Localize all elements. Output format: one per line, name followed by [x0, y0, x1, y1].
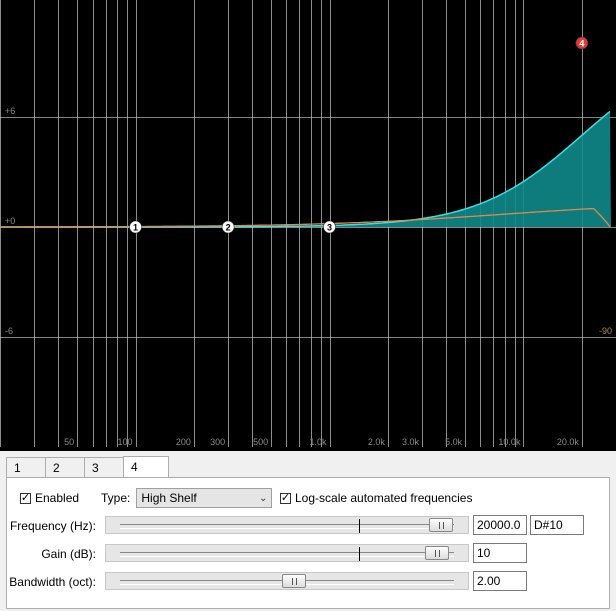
x-tick-label: 3.0k — [402, 437, 420, 447]
x-tick-label: 10.0k — [498, 437, 521, 447]
gain-slider-thumb[interactable] — [425, 546, 450, 560]
gain-tick-label: -6 — [5, 326, 13, 336]
x-tick-label: 50 — [64, 437, 74, 447]
x-tick-label: 20.0k — [557, 437, 580, 447]
frequency-slider[interactable] — [105, 516, 469, 534]
frequency-slider-center-mark — [359, 519, 360, 533]
band-node-label: 4 — [579, 39, 584, 49]
frequency-field[interactable]: 20000.0 — [473, 515, 527, 535]
eq-graph[interactable]: 50 100 200 300 500 1.0k 2.0k 3.0k 5.0k 10.0k 20.0k… — [0, 0, 616, 451]
tab-band-1[interactable]: 1 — [6, 457, 46, 477]
note-field[interactable]: D#10 — [530, 515, 584, 535]
gain-label: Gain (dB): — [41, 547, 96, 561]
type-select[interactable]: High Shelf ⌄ — [136, 488, 273, 508]
band-node-label: 1 — [133, 223, 138, 233]
gain-slider[interactable] — [105, 544, 469, 562]
type-label: Type: — [101, 491, 131, 505]
band-settings-panel: ✓ Enabled Type: High Shelf ⌄ ✓ Log-scale… — [6, 477, 610, 609]
band-node-label: 3 — [327, 223, 332, 233]
x-tick-label: 2.0k — [368, 437, 386, 447]
x-tick-label: 500 — [253, 437, 268, 447]
x-tick-label: 100 — [118, 437, 133, 447]
x-tick-label: 5.0k — [445, 437, 463, 447]
bandwidth-field[interactable]: 2.00 — [473, 571, 527, 591]
band-tabs: 1 2 3 4 — [6, 456, 169, 478]
frequency-label: Frequency (Hz): — [9, 519, 96, 533]
gain-tick-label: +0 — [5, 216, 15, 226]
log-scale-checkbox[interactable]: ✓ — [280, 492, 291, 504]
gain-slider-center-mark — [359, 547, 360, 561]
x-tick-label: 200 — [176, 437, 191, 447]
frequency-slider-thumb[interactable] — [428, 518, 453, 532]
tab-band-4[interactable]: 4 — [123, 456, 169, 478]
log-scale-checkbox-row[interactable]: ✓ Log-scale automated frequencies — [280, 491, 472, 505]
type-row: Type: High Shelf ⌄ — [101, 488, 273, 508]
x-tick-label: 300 — [210, 437, 225, 447]
enabled-label: Enabled — [35, 491, 80, 505]
type-select-value: High Shelf — [141, 491, 197, 505]
tab-band-3[interactable]: 3 — [84, 457, 124, 477]
bandwidth-slider-thumb[interactable] — [281, 574, 306, 588]
phase-tick-label: -90 — [599, 326, 612, 336]
enabled-checkbox[interactable]: ✓ — [20, 492, 31, 504]
band-node-label: 2 — [226, 223, 231, 233]
tab-band-2[interactable]: 2 — [45, 457, 85, 477]
bandwidth-label: Bandwidth (oct): — [9, 575, 96, 589]
gain-field[interactable]: 10 — [473, 543, 527, 563]
log-scale-label: Log-scale automated frequencies — [295, 491, 473, 505]
chevron-down-icon: ⌄ — [258, 492, 268, 504]
gain-tick-label: +6 — [5, 106, 15, 116]
x-tick-label: 1.0k — [309, 437, 327, 447]
bandwidth-slider[interactable] — [105, 572, 469, 590]
enabled-checkbox-row[interactable]: ✓ Enabled — [20, 491, 79, 505]
eq-response-chart[interactable]: 50 100 200 300 500 1.0k 2.0k 3.0k 5.0k 10.0k 20.0k… — [0, 0, 616, 451]
